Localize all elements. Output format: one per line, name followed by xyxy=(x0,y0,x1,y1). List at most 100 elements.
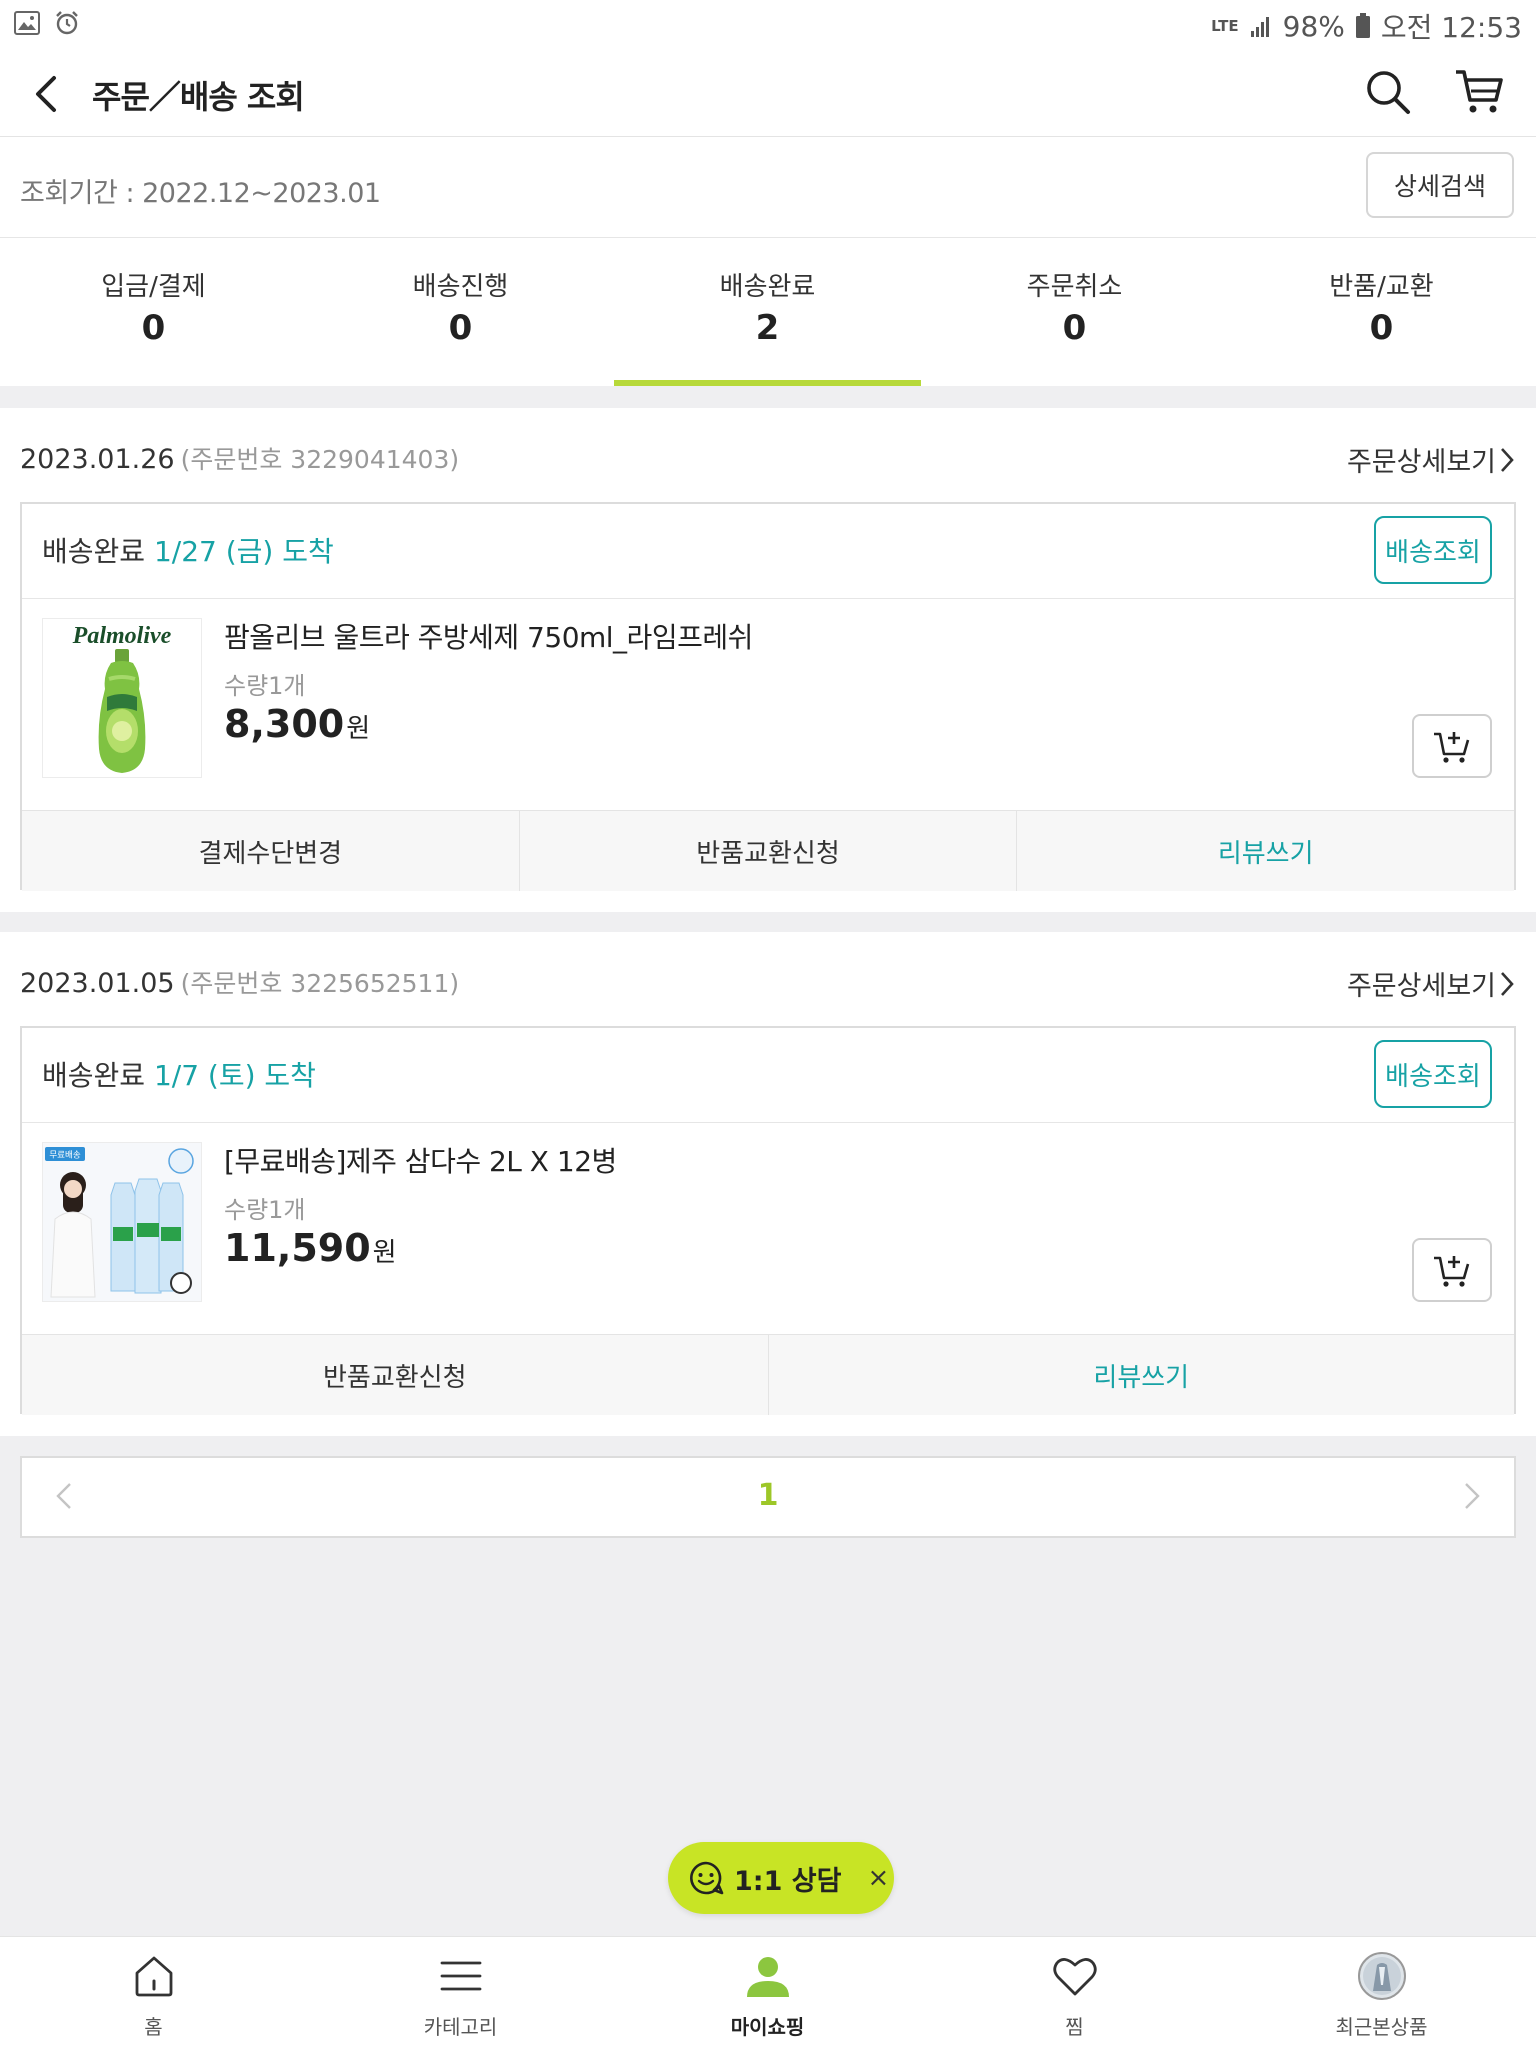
return-exchange-button[interactable]: 반품교환신청 xyxy=(22,1335,769,1415)
search-period-text: 조회기간 : 2022.12~2023.01 xyxy=(20,178,381,209)
tab-count: 0 xyxy=(1062,308,1087,348)
price-value: 8,300 xyxy=(224,702,345,746)
arrival-date: 1/27 (금) 도착 xyxy=(153,535,334,568)
divider xyxy=(22,1122,1514,1123)
order-date-line: 2023.01.26 (주문번호 3229041403) xyxy=(20,440,459,476)
tab-count: 0 xyxy=(1369,308,1394,348)
chevron-right-icon[interactable] xyxy=(1452,1476,1492,1516)
gallery-icon xyxy=(14,11,40,35)
brand-logo-text: Palmolive xyxy=(72,623,172,649)
divider xyxy=(22,598,1514,599)
nav-label: 찜 xyxy=(1065,2015,1084,2039)
chevron-right-icon xyxy=(1501,447,1514,472)
delivery-status: 배송완료 1/7 (토) 도착 xyxy=(42,1054,316,1094)
product-thumbnail[interactable]: Palmolive xyxy=(42,618,202,778)
bottom-navigation: 홈 카테고리 마이쇼핑 찜 최근본상품 xyxy=(0,1936,1536,2049)
active-tab-indicator xyxy=(614,380,921,386)
tab-return-exchange[interactable]: 반품/교환 0 xyxy=(1228,238,1535,386)
detail-search-button[interactable]: 상세검색 xyxy=(1366,152,1514,218)
cart-add-icon xyxy=(1434,732,1470,763)
return-exchange-button[interactable]: 반품교환신청 xyxy=(520,811,1018,891)
battery-percent: 98% xyxy=(1282,9,1345,43)
nav-my-shopping[interactable]: 마이쇼핑 xyxy=(614,1937,921,2049)
add-to-cart-button[interactable] xyxy=(1412,1238,1492,1302)
order-status-tabs: 입금/결제 0 배송진행 0 배송완료 2 주문취소 0 반품/교환 0 xyxy=(0,238,1536,386)
alarm-icon xyxy=(56,11,78,35)
order-number: (주문번호 3229041403) xyxy=(180,445,460,474)
nav-category[interactable]: 카테고리 xyxy=(307,1937,614,2049)
consult-chat-button[interactable]: 1:1 상담 × xyxy=(668,1842,894,1914)
product-name[interactable]: 팜올리브 울트라 주방세제 750ml_라임프레쉬 xyxy=(224,616,753,656)
tab-count: 0 xyxy=(141,308,166,348)
nav-home[interactable]: 홈 xyxy=(0,1937,307,2049)
tab-label: 배송진행 xyxy=(412,272,509,302)
order-detail-link[interactable]: 주문상세보기 xyxy=(1347,440,1516,479)
write-review-button[interactable]: 리뷰쓰기 xyxy=(1017,811,1514,891)
clock: 오전 12:53 xyxy=(1380,11,1522,44)
order-card: 배송완료 1/27 (금) 도착 배송조회 Palmolive 팜올리브 울트라… xyxy=(20,502,1516,891)
consult-label: 1:1 상담 xyxy=(734,1865,842,1897)
tab-shipping[interactable]: 배송진행 0 xyxy=(307,238,614,386)
network-type: LTE xyxy=(1211,16,1239,35)
write-review-button[interactable]: 리뷰쓰기 xyxy=(769,1335,1515,1415)
track-delivery-button[interactable]: 배송조회 xyxy=(1374,1040,1492,1108)
cart-add-icon xyxy=(1434,1256,1470,1287)
heart-icon xyxy=(1052,1958,1097,1996)
nav-label: 최근본상품 xyxy=(1335,2015,1428,2039)
product-quantity: 수량1개 xyxy=(224,672,306,700)
change-payment-button[interactable]: 결제수단변경 xyxy=(22,811,520,891)
current-page[interactable]: 1 xyxy=(22,1478,1514,1513)
nav-wishlist[interactable]: 찜 xyxy=(921,1937,1228,2049)
arrival-date: 1/7 (토) 도착 xyxy=(153,1059,316,1092)
tab-count: 2 xyxy=(755,308,780,348)
samdasoo-water-image: 무료배송 xyxy=(43,1143,201,1301)
currency-unit: 원 xyxy=(346,714,371,744)
order-group: 2023.01.05 (주문번호 3225652511) 주문상세보기 배송완료 … xyxy=(0,932,1536,1436)
delivery-status: 배송완료 1/27 (금) 도착 xyxy=(42,530,334,570)
order-detail-link[interactable]: 주문상세보기 xyxy=(1347,964,1516,1003)
tab-label: 입금/결제 xyxy=(101,272,206,302)
app-header: 주문／배송 조회 xyxy=(0,50,1536,137)
status-left xyxy=(14,10,80,36)
order-detail-label: 주문상세보기 xyxy=(1346,447,1496,478)
product-name[interactable]: [무료배송]제주 삼다수 2L X 12병 xyxy=(224,1140,617,1180)
product-thumbnail[interactable]: 무료배송 xyxy=(42,1142,202,1302)
cart-icon[interactable] xyxy=(1452,64,1506,118)
order-detail-label: 주문상세보기 xyxy=(1346,971,1496,1002)
nav-label: 마이쇼핑 xyxy=(730,2015,805,2039)
chevron-right-icon xyxy=(1501,971,1514,996)
person-icon xyxy=(746,1957,789,1997)
product-price: 11,590원 xyxy=(224,1226,397,1270)
tab-payment[interactable]: 입금/결제 0 xyxy=(0,238,307,386)
signal-icon xyxy=(1250,17,1269,37)
nav-label: 홈 xyxy=(144,2015,163,2039)
tab-delivered[interactable]: 배송완료 2 xyxy=(614,238,921,386)
search-icon[interactable] xyxy=(1362,66,1414,118)
product-price: 8,300원 xyxy=(224,702,370,746)
status-bar: LTE 98% 오전 12:53 xyxy=(0,0,1536,50)
tab-cancelled[interactable]: 주문취소 0 xyxy=(921,238,1228,386)
nav-label: 카테고리 xyxy=(423,2015,498,2039)
free-shipping-badge-text: 무료배송 xyxy=(49,1151,80,1161)
recent-product-thumbnail xyxy=(1357,1952,1406,2000)
home-icon xyxy=(135,1956,172,1997)
menu-icon xyxy=(440,1961,481,1991)
order-actions: 결제수단변경 반품교환신청 리뷰쓰기 xyxy=(22,810,1514,891)
palmolive-bottle-image: Palmolive xyxy=(43,619,201,777)
battery-icon xyxy=(1355,13,1370,38)
back-arrow-icon[interactable] xyxy=(24,70,72,118)
add-to-cart-button[interactable] xyxy=(1412,714,1492,778)
status-right: LTE 98% 오전 12:53 xyxy=(1211,6,1522,46)
page-title: 주문／배송 조회 xyxy=(92,78,305,116)
order-number: (주문번호 3225652511) xyxy=(180,969,460,998)
tab-label: 주문취소 xyxy=(1026,272,1123,302)
nav-recent-products[interactable]: 최근본상품 xyxy=(1228,1937,1535,2049)
order-actions: 반품교환신청 리뷰쓰기 xyxy=(22,1334,1514,1415)
order-date: 2023.01.05 xyxy=(20,968,175,999)
delivery-status-label: 배송완료 xyxy=(42,535,146,568)
order-group: 2023.01.26 (주문번호 3229041403) 주문상세보기 배송완료 … xyxy=(0,408,1536,912)
track-delivery-button[interactable]: 배송조회 xyxy=(1374,516,1492,584)
consult-close-button[interactable]: × xyxy=(867,1863,889,1893)
tab-count: 0 xyxy=(448,308,473,348)
price-value: 11,590 xyxy=(224,1226,371,1270)
